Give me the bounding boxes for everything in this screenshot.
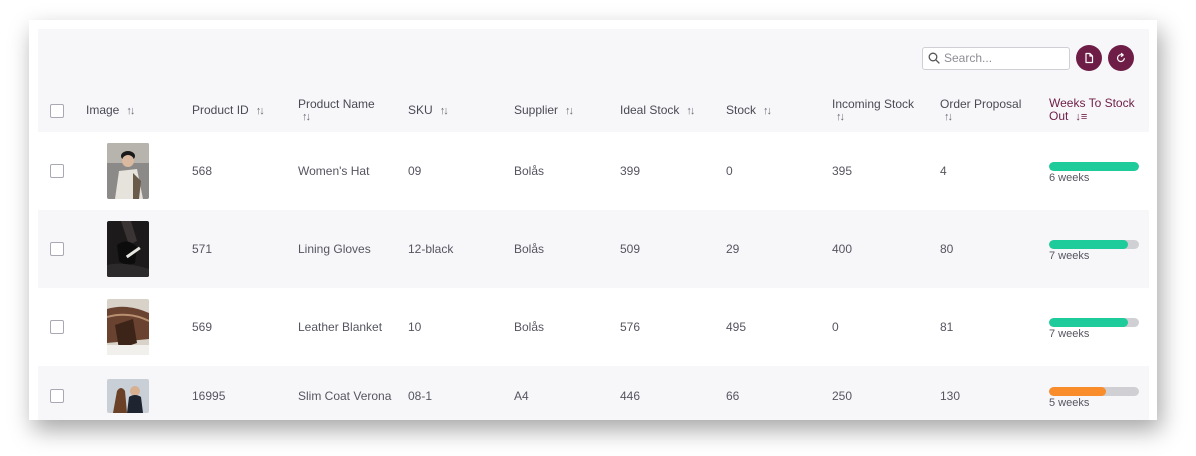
cell-product-id: 16995 xyxy=(192,389,226,403)
select-all-checkbox[interactable] xyxy=(50,103,64,118)
product-image-coat xyxy=(107,379,149,413)
cell-stock: 495 xyxy=(726,320,747,334)
column-header-stock[interactable]: Stock ↑↓ xyxy=(726,89,832,132)
sort-icon[interactable]: ↑↓ xyxy=(836,111,940,124)
cell-supplier: Bolås xyxy=(514,320,545,334)
cell-order-proposal: 80 xyxy=(940,242,954,256)
select-all-cell xyxy=(38,89,86,132)
sort-icon[interactable]: ↑↓ xyxy=(763,105,772,118)
search-box[interactable] xyxy=(922,46,1070,70)
column-header-incoming-stock[interactable]: Incoming Stock ↑↓ xyxy=(832,89,940,132)
table-panel: Image↑↓ Product ID↑↓ Product Name↑↓ SKU↑… xyxy=(38,29,1149,420)
cell-stock: 29 xyxy=(726,242,740,256)
row-checkbox[interactable] xyxy=(50,320,64,334)
sort-icon[interactable]: ↑↓ xyxy=(565,105,574,118)
cell-stock: 0 xyxy=(726,164,733,178)
cell-stock: 66 xyxy=(726,389,740,403)
column-header-order-proposal[interactable]: Order Proposal ↑↓ xyxy=(940,89,1049,132)
table-row[interactable]: 16995 Slim Coat Verona 08-1 A4 446 66 25… xyxy=(38,366,1149,420)
cell-sku: 09 xyxy=(408,164,422,178)
cell-ideal-stock: 576 xyxy=(620,320,641,334)
stock-out-bar xyxy=(1049,318,1139,327)
cell-weeks-to-stock-out: 7 weeks xyxy=(1049,210,1149,288)
cell-ideal-stock: 509 xyxy=(620,242,641,256)
cell-product-name: Leather Blanket xyxy=(298,320,383,334)
sort-icon[interactable]: ↑↓ xyxy=(126,105,135,118)
stock-out-bar xyxy=(1049,240,1139,249)
cell-weeks-to-stock-out: 7 weeks xyxy=(1049,288,1149,366)
sort-icon[interactable]: ↑↓ xyxy=(302,111,408,124)
stock-out-bar-fill xyxy=(1049,387,1106,396)
column-header-image[interactable]: Image ↑↓ xyxy=(86,89,192,132)
sort-icon[interactable]: ↑↓ xyxy=(944,111,1049,124)
document-icon xyxy=(1085,52,1094,64)
stock-out-bar xyxy=(1049,387,1139,396)
cell-product-id: 571 xyxy=(192,242,213,256)
cell-order-proposal: 81 xyxy=(940,320,954,334)
column-header-product-name[interactable]: Product Name ↑↓ xyxy=(298,89,408,132)
sort-icon[interactable]: ↑↓ xyxy=(256,105,265,118)
table-header: Image ↑↓ Product ID ↑↓ Product Name ↑↓ SKU ↑… xyxy=(38,89,1149,132)
cell-weeks-to-stock-out: 6 weeks xyxy=(1049,132,1149,210)
stock-out-bar-fill xyxy=(1049,162,1139,171)
refresh-icon xyxy=(1116,52,1125,63)
cell-ideal-stock: 446 xyxy=(620,389,641,403)
stock-out-bar-fill xyxy=(1049,240,1129,249)
sort-icon[interactable]: ↑↓ xyxy=(440,105,449,118)
stock-out-bar-fill xyxy=(1049,318,1129,327)
column-header-product-id[interactable]: Product ID ↑↓ xyxy=(192,89,298,132)
cell-sku: 12-black xyxy=(408,242,454,256)
column-header-supplier[interactable]: Supplier ↑↓ xyxy=(514,89,620,132)
row-checkbox[interactable] xyxy=(50,389,64,403)
products-table: Image ↑↓ Product ID ↑↓ Product Name ↑↓ SKU ↑… xyxy=(38,89,1149,420)
weeks-label: 6 weeks xyxy=(1049,172,1090,184)
table-row[interactable]: 569 Leather Blanket 10 Bolås 576 495 0 8… xyxy=(38,288,1149,366)
cell-incoming-stock: 395 xyxy=(832,164,853,178)
column-header-weeks-to-stock-out[interactable]: Weeks To Stock Out ↓≡ xyxy=(1049,89,1149,132)
cell-supplier: Bolås xyxy=(514,242,545,256)
cell-supplier: A4 xyxy=(514,389,529,403)
cell-product-id: 569 xyxy=(192,320,213,334)
cell-incoming-stock: 400 xyxy=(832,242,853,256)
cell-order-proposal: 130 xyxy=(940,389,961,403)
product-image-hat xyxy=(107,143,149,199)
export-button[interactable] xyxy=(1076,45,1102,71)
toolbar xyxy=(922,45,1134,71)
table-row[interactable]: 568 Women's Hat 09 Bolås 399 0 395 4 6 w… xyxy=(38,132,1149,210)
column-header-sku[interactable]: SKU ↑↓ xyxy=(408,89,514,132)
search-input[interactable] xyxy=(944,51,1062,65)
product-image-blanket xyxy=(107,299,149,355)
cell-product-id: 568 xyxy=(192,164,213,178)
sort-icon[interactable]: ↑↓ xyxy=(686,105,695,118)
table-row[interactable]: 571 Lining Gloves 12-black Bolås 509 29 … xyxy=(38,210,1149,288)
cell-weeks-to-stock-out: 5 weeks xyxy=(1049,366,1149,420)
refresh-button[interactable] xyxy=(1108,45,1134,71)
cell-incoming-stock: 250 xyxy=(832,389,853,403)
row-checkbox[interactable] xyxy=(50,164,64,178)
search-icon xyxy=(928,52,940,64)
cell-product-name: Slim Coat Verona xyxy=(298,389,392,403)
stock-out-bar xyxy=(1049,162,1139,171)
row-checkbox[interactable] xyxy=(50,242,64,256)
cell-supplier: Bolås xyxy=(514,164,545,178)
column-header-ideal-stock[interactable]: Ideal Stock ↑↓ xyxy=(620,89,726,132)
weeks-label: 7 weeks xyxy=(1049,250,1090,262)
cell-product-name: Lining Gloves xyxy=(298,242,371,256)
sort-desc-icon[interactable]: ↓≡ xyxy=(1075,111,1087,124)
cell-order-proposal: 4 xyxy=(940,164,947,178)
products-card: Image↑↓ Product ID↑↓ Product Name↑↓ SKU↑… xyxy=(29,20,1157,420)
cell-product-name: Women's Hat xyxy=(298,164,370,178)
cell-sku: 08-1 xyxy=(408,389,433,403)
weeks-label: 7 weeks xyxy=(1049,328,1090,340)
cell-ideal-stock: 399 xyxy=(620,164,641,178)
product-image-gloves xyxy=(107,221,149,277)
cell-sku: 10 xyxy=(408,320,422,334)
cell-incoming-stock: 0 xyxy=(832,320,839,334)
weeks-label: 5 weeks xyxy=(1049,397,1090,409)
